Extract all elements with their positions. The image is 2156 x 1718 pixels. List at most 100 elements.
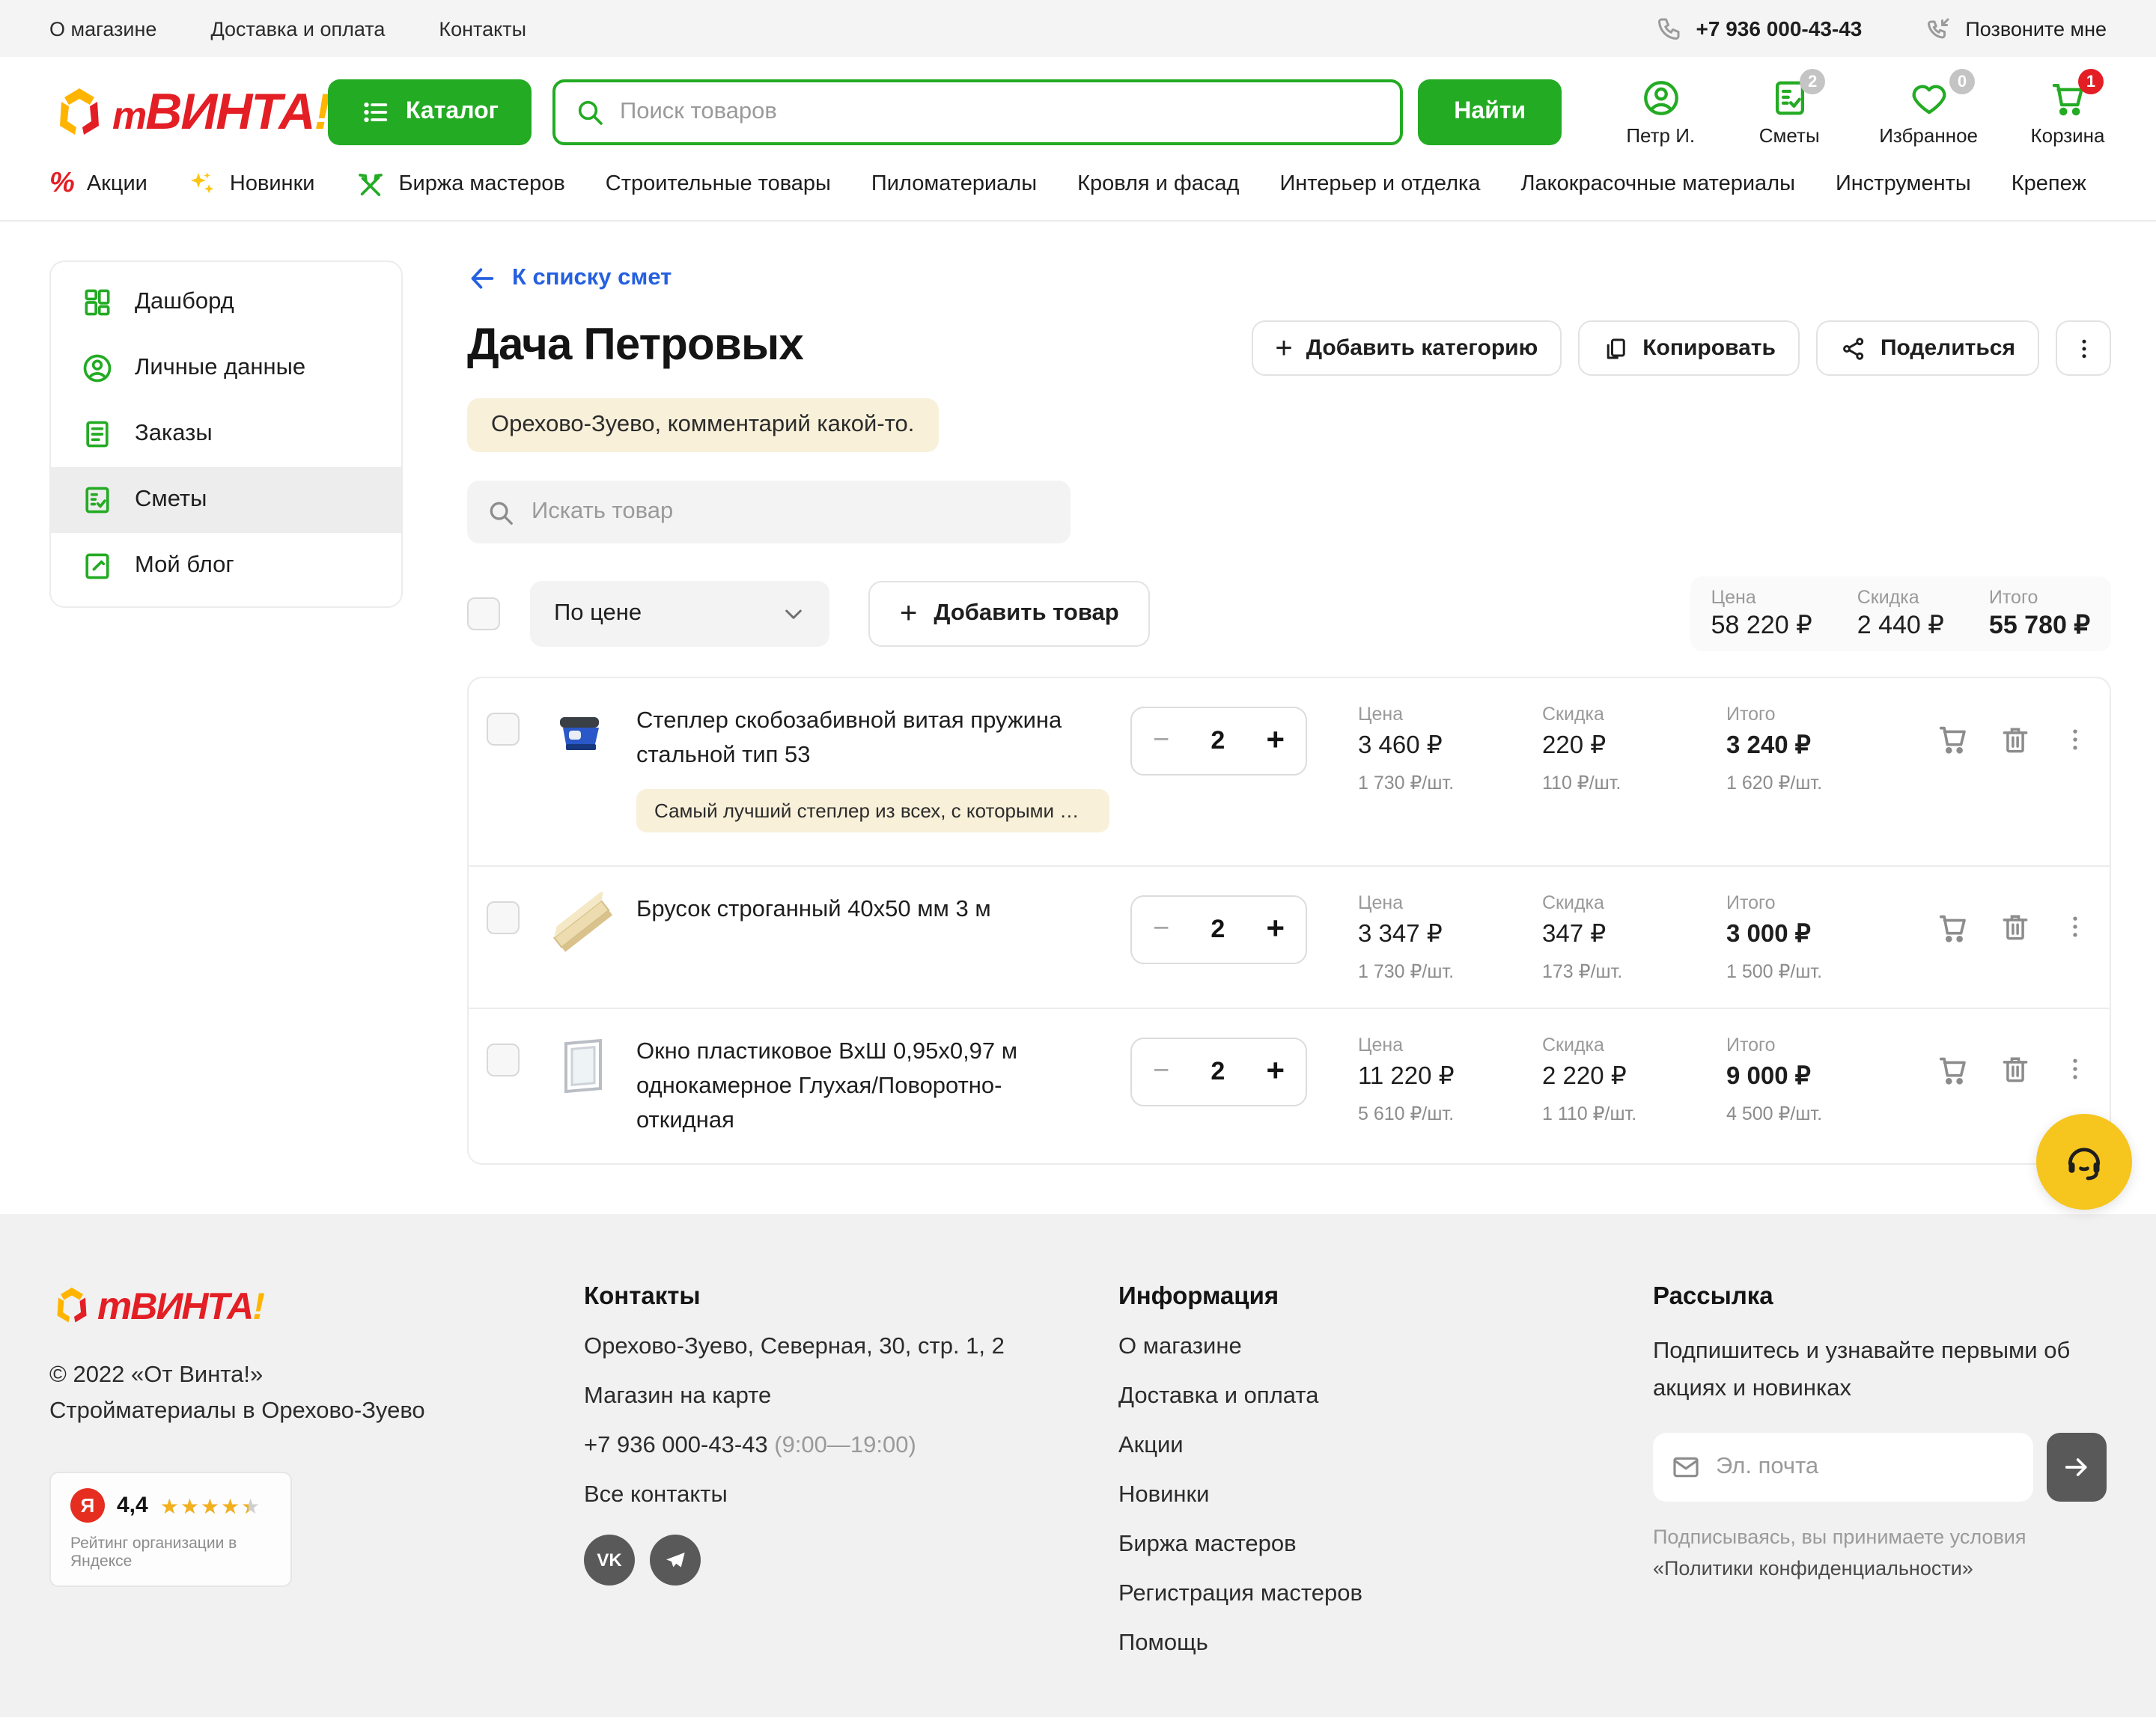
yandex-rating-widget[interactable]: Я 4,4 ★★★★★★★★★★ Рейтинг организации в Я… <box>49 1472 292 1588</box>
product-title[interactable]: Окно пластиковое ВхШ 0,95х0,97 м однокам… <box>636 1034 1085 1139</box>
find-button[interactable]: Найти <box>1418 79 1562 145</box>
favorites-button[interactable]: 0 Избранное <box>1879 78 1978 147</box>
footer-link-promos[interactable]: Акции <box>1118 1434 1653 1460</box>
account-sidebar: Дашборд Личные данные Заказы Сметы <box>49 261 403 608</box>
back-to-estimates-link[interactable]: К списку смет <box>467 264 2111 293</box>
footer-link-masters[interactable]: Биржа мастеров <box>1118 1532 1653 1559</box>
plus-icon: + <box>900 599 917 629</box>
topbar-phone[interactable]: +7 936 000-43-43 <box>1656 15 1863 42</box>
nav-item-promos[interactable]: % Акции <box>49 168 147 201</box>
sidebar-item-orders[interactable]: Заказы <box>51 401 401 467</box>
logo-text: тВИНТА! <box>97 1286 264 1326</box>
catalog-button[interactable]: Каталог <box>328 79 532 145</box>
delete-icon[interactable] <box>1999 1053 2032 1085</box>
nav-item-interior[interactable]: Интерьер и отделка <box>1279 172 1480 196</box>
footer-link-new[interactable]: Новинки <box>1118 1483 1653 1510</box>
add-category-button[interactable]: + Добавить категорию <box>1251 320 1562 376</box>
row-price-unit: 1 730 ₽/шт. <box>1358 959 1542 981</box>
product-search-input[interactable] <box>532 499 1051 526</box>
nav-item-new[interactable]: Новинки <box>188 169 315 199</box>
nav-item-tools[interactable]: Инструменты <box>1836 172 1971 196</box>
footer-link-delivery[interactable]: Доставка и оплата <box>1118 1384 1653 1411</box>
footer-link-help[interactable]: Помощь <box>1118 1631 1653 1658</box>
row-price-unit: 5 610 ₽/шт. <box>1358 1101 1542 1124</box>
telegram-icon[interactable] <box>650 1535 701 1586</box>
add-to-cart-icon[interactable] <box>1936 722 1970 756</box>
footer-logo[interactable]: тВИНТА! <box>49 1284 307 1329</box>
nav-item-fasteners[interactable]: Крепеж <box>2012 172 2086 196</box>
newsletter-disclaimer: Подписываясь, вы принимаете условия «Пол… <box>1653 1523 2102 1586</box>
footer-map-link[interactable]: Магазин на карте <box>584 1384 1118 1411</box>
email-field[interactable] <box>1716 1454 2015 1481</box>
account-button[interactable]: Петр И. <box>1621 78 1699 147</box>
qty-plus-button[interactable]: + <box>1266 1053 1285 1089</box>
product-title[interactable]: Степлер скобозабивной витая пружина стал… <box>636 704 1130 773</box>
nav-item-masters[interactable]: Биржа мастеров <box>355 168 564 200</box>
estimates-button[interactable]: 2 Сметы <box>1750 78 1828 147</box>
search-icon <box>575 97 605 127</box>
sort-select[interactable]: По цене <box>530 581 829 647</box>
row-price: 11 220 ₽ <box>1358 1061 1542 1091</box>
footer-all-contacts-link[interactable]: Все контакты <box>584 1483 1118 1510</box>
favorites-label: Избранное <box>1879 124 1978 147</box>
sidebar-item-blog[interactable]: Мой блог <box>51 533 401 599</box>
vk-icon[interactable]: VK <box>584 1535 635 1586</box>
search-input[interactable] <box>620 99 1380 126</box>
row-discount-unit: 110 ₽/шт. <box>1542 771 1726 793</box>
sidebar-item-personal[interactable]: Личные данные <box>51 335 401 401</box>
support-chat-button[interactable] <box>2036 1114 2132 1210</box>
heart-icon <box>1908 78 1949 118</box>
account-name: Петр И. <box>1626 124 1695 147</box>
plus-icon: + <box>1275 333 1292 363</box>
yandex-icon: Я <box>70 1489 105 1523</box>
nav-item-roofing[interactable]: Кровля и фасад <box>1077 172 1239 196</box>
delete-icon[interactable] <box>1999 910 2032 943</box>
footer-link-master-reg[interactable]: Регистрация мастеров <box>1118 1582 1653 1609</box>
sidebar-item-dashboard[interactable]: Дашборд <box>51 269 401 335</box>
product-image-stapler <box>549 704 615 770</box>
product-image-beam <box>549 892 615 957</box>
topbar-link-delivery[interactable]: Доставка и оплата <box>210 17 385 40</box>
row-kebab-icon[interactable] <box>2060 1054 2090 1084</box>
qty-plus-button[interactable]: + <box>1266 911 1285 947</box>
row-checkbox[interactable] <box>487 713 520 746</box>
privacy-policy-link[interactable]: «Политики конфиденциальности» <box>1653 1557 1973 1580</box>
row-checkbox[interactable] <box>487 1043 520 1076</box>
more-actions-button[interactable] <box>2056 320 2111 376</box>
nav-item-construction[interactable]: Строительные товары <box>606 172 831 196</box>
footer-contacts-heading: Контакты <box>584 1284 1118 1312</box>
callback-button[interactable]: Позвоните мне <box>1925 15 2107 42</box>
sidebar-item-estimates[interactable]: Сметы <box>51 467 401 533</box>
qty-plus-button[interactable]: + <box>1266 723 1285 759</box>
kebab-icon <box>2070 335 2097 362</box>
callback-label: Позвоните мне <box>1965 17 2107 40</box>
qty-minus-button[interactable]: − <box>1153 913 1169 945</box>
logo[interactable]: тВИНТА! <box>49 82 307 142</box>
footer-link-about[interactable]: О магазине <box>1118 1335 1653 1362</box>
nav-item-lumber[interactable]: Пиломатериалы <box>871 172 1037 196</box>
row-price-unit: 1 730 ₽/шт. <box>1358 771 1542 793</box>
topbar-link-contacts[interactable]: Контакты <box>439 17 526 40</box>
add-product-button[interactable]: + Добавить товар <box>868 581 1151 647</box>
cart-button[interactable]: 1 Корзина <box>2029 78 2107 147</box>
share-button[interactable]: Поделиться <box>1816 320 2039 376</box>
delete-icon[interactable] <box>1999 722 2032 755</box>
email-field-wrap <box>1653 1433 2033 1502</box>
product-title[interactable]: Брусок строганный 40х50 мм 3 м <box>636 892 1130 927</box>
row-discount: 2 220 ₽ <box>1542 1061 1726 1091</box>
qty-value: 2 <box>1211 1056 1225 1086</box>
qty-minus-button[interactable]: − <box>1153 1055 1169 1088</box>
row-checkbox[interactable] <box>487 901 520 933</box>
qty-minus-button[interactable]: − <box>1153 725 1169 758</box>
row-total-unit: 4 500 ₽/шт. <box>1726 1101 1936 1124</box>
row-kebab-icon[interactable] <box>2060 724 2090 754</box>
footer-phone[interactable]: +7 936 000-43-43 (9:00—19:00) <box>584 1434 1118 1460</box>
newsletter-submit-button[interactable] <box>2047 1433 2107 1502</box>
add-to-cart-icon[interactable] <box>1936 910 1970 944</box>
copy-button[interactable]: Копировать <box>1578 320 1800 376</box>
topbar-link-about[interactable]: О магазине <box>49 17 156 40</box>
row-kebab-icon[interactable] <box>2060 912 2090 942</box>
add-to-cart-icon[interactable] <box>1936 1052 1970 1086</box>
nav-item-paints[interactable]: Лакокрасочные материалы <box>1520 172 1794 196</box>
select-all-checkbox[interactable] <box>467 597 500 630</box>
